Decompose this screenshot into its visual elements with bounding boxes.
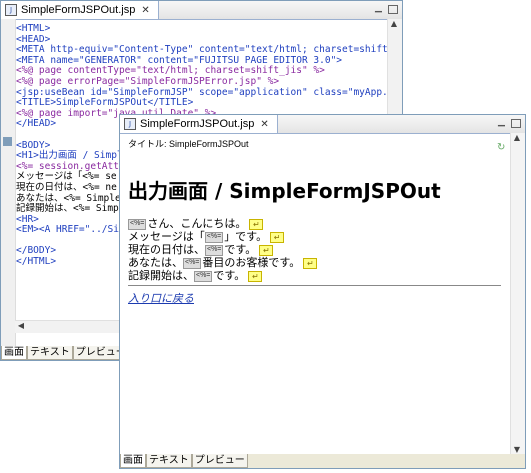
line-text-after: 」です。 bbox=[224, 231, 268, 243]
code-line: <%@ page errorPage="SimpleFormJSPError.j… bbox=[16, 75, 280, 87]
scroll-down-arrow-icon[interactable]: ▼ bbox=[511, 445, 523, 454]
jsp-expression-placeholder[interactable]: <%= bbox=[128, 218, 147, 230]
line-text-after: 番目のお客様です。 bbox=[202, 257, 301, 269]
tab-text[interactable]: テキスト bbox=[146, 454, 192, 468]
jsp-file-icon: J bbox=[5, 4, 17, 16]
scroll-left-arrow-icon[interactable]: ◀ bbox=[15, 321, 27, 330]
maximize-icon[interactable] bbox=[388, 5, 398, 14]
preview-window-controls: ▁ bbox=[496, 117, 521, 128]
jsp-expression-placeholder[interactable]: <%= bbox=[183, 257, 202, 269]
line-text-before: 記録開始は、 bbox=[128, 270, 194, 282]
jsp-expression-placeholder[interactable]: <%= bbox=[204, 231, 224, 243]
close-icon[interactable]: ✕ bbox=[260, 119, 268, 130]
page-title-line: タイトル: SimpleFormJSPOut ↻ bbox=[120, 134, 511, 154]
preview-tab-label: SimpleFormJSPOut.jsp bbox=[140, 118, 255, 130]
return-marker-icon: ↵ bbox=[259, 244, 274, 256]
return-marker-icon: ↵ bbox=[249, 218, 264, 230]
refresh-icon[interactable]: ↻ bbox=[497, 138, 507, 153]
preview-line-message: メッセージは「 <%= 」です。 ↵ bbox=[128, 231, 501, 244]
maximize-icon[interactable] bbox=[511, 119, 521, 128]
design-canvas[interactable]: 出力画面 / SimpleFormJSPOut <%= さん、こんにちは。 ↵ メッ… bbox=[128, 163, 501, 428]
preview-tab[interactable]: J SimpleFormJSPOut.jsp ✕ bbox=[120, 115, 278, 133]
line-text-before: あなたは、 bbox=[128, 257, 183, 269]
preview-tab-bar: J SimpleFormJSPOut.jsp ✕ ▁ bbox=[120, 115, 525, 134]
line-text-before: メッセージは「 bbox=[128, 231, 205, 243]
code-line: <HTML> bbox=[16, 24, 51, 34]
scroll-up-arrow-icon[interactable]: ▲ bbox=[388, 19, 400, 28]
return-marker-icon: ↵ bbox=[270, 231, 285, 243]
preview-vertical-scrollbar[interactable]: ▲ ▼ bbox=[510, 133, 525, 454]
page-title-text: タイトル: SimpleFormJSPOut bbox=[128, 139, 249, 149]
back-link-container: 入り口に戻る bbox=[128, 290, 501, 306]
tab-design[interactable]: 画面 bbox=[120, 454, 146, 468]
close-icon[interactable]: ✕ bbox=[141, 5, 149, 16]
current-line-marker bbox=[3, 137, 12, 146]
line-text-after: です。 bbox=[224, 244, 257, 256]
editor-tab-bar: J SimpleFormJSPOut.jsp ✕ ▁ bbox=[1, 1, 402, 20]
scroll-up-arrow-icon[interactable]: ▲ bbox=[511, 133, 523, 142]
jsp-expression-placeholder[interactable]: <%= bbox=[205, 244, 224, 256]
editor-tab[interactable]: J SimpleFormJSPOut.jsp ✕ bbox=[1, 1, 159, 19]
preview-line-date: 現在の日付は、 <%= です。 ↵ bbox=[128, 244, 501, 257]
minimize-icon[interactable]: ▁ bbox=[373, 3, 384, 14]
return-marker-icon: ↵ bbox=[248, 270, 263, 282]
tab-text[interactable]: テキスト bbox=[27, 346, 73, 360]
back-to-entrance-link[interactable]: 入り口に戻る bbox=[128, 293, 194, 305]
horizontal-rule bbox=[128, 285, 501, 286]
editor-tab-label: SimpleFormJSPOut.jsp bbox=[21, 4, 136, 16]
return-marker-icon: ↵ bbox=[303, 257, 318, 269]
preview-line-greeting: <%= さん、こんにちは。 ↵ bbox=[128, 218, 501, 231]
minimize-icon[interactable]: ▁ bbox=[496, 117, 507, 128]
line-text-after: です。 bbox=[213, 270, 246, 282]
preview-line-visitor: あなたは、 <%= 番目のお客様です。 ↵ bbox=[128, 257, 501, 270]
tab-design[interactable]: 画面 bbox=[1, 346, 27, 360]
jsp-expression-placeholder[interactable]: <%= bbox=[194, 270, 213, 282]
preview-line-start: 記録開始は、 <%= です。 ↵ bbox=[128, 270, 501, 283]
page-heading: 出力画面 / SimpleFormJSPOut bbox=[128, 179, 441, 203]
editor-window-controls: ▁ bbox=[373, 3, 398, 14]
line-text-after: さん、こんにちは。 bbox=[147, 218, 247, 230]
tab-preview[interactable]: プレビュー bbox=[191, 454, 248, 468]
design-view-window: J SimpleFormJSPOut.jsp ✕ ▁ タイトル: SimpleF… bbox=[119, 114, 526, 469]
preview-view-tabs: 画面 テキスト プレビュー bbox=[120, 454, 525, 468]
line-text-before: 現在の日付は、 bbox=[128, 244, 205, 256]
jsp-file-icon: J bbox=[124, 118, 136, 130]
editor-gutter bbox=[1, 19, 16, 346]
